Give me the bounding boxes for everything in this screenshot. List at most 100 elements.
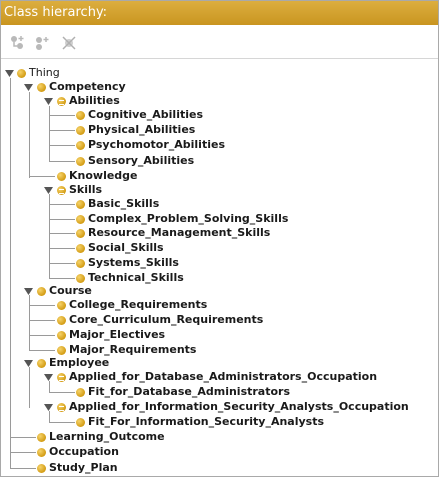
tree-line: [49, 130, 75, 131]
tree-line: [49, 204, 75, 205]
class-tree: Thing Competency Abilities Cognitive_Abi…: [1, 61, 438, 475]
node-label: Major_Electives: [69, 328, 166, 341]
node-label: Fit_for_Database_Administrators: [88, 385, 291, 398]
expand-toggle[interactable]: [44, 403, 53, 412]
tree-line: [29, 350, 55, 351]
tree-node-psychomotor-abilities[interactable]: Psychomotor_Abilities: [76, 138, 225, 152]
class-icon: [37, 286, 46, 296]
add-sibling-icon: [36, 37, 49, 50]
tree-node-thing[interactable]: Thing: [17, 66, 60, 80]
node-label: College_Requirements: [69, 298, 208, 311]
tree-line: [29, 367, 30, 408]
tree-node-occupation[interactable]: Occupation: [37, 445, 119, 459]
class-icon: [76, 110, 85, 120]
class-icon: [76, 199, 85, 209]
tree-node-course[interactable]: Course: [37, 284, 92, 298]
tree-line: [29, 320, 55, 321]
tree-node-applied-isa-occupation[interactable]: Applied_for_Information_Security_Analyst…: [57, 400, 409, 414]
node-label: Fit_For_Information_Security_Analysts: [88, 415, 325, 428]
node-label: Skills: [69, 183, 103, 196]
node-label: Social_Skills: [88, 241, 164, 254]
tree-node-sensory-abilities[interactable]: Sensory_Abilities: [76, 154, 194, 168]
tree-line: [49, 422, 75, 423]
class-icon: [76, 228, 85, 238]
tree-line: [29, 295, 30, 351]
tree-line: [49, 233, 75, 234]
tree-node-major-requirements[interactable]: Major_Requirements: [57, 343, 196, 357]
tree-node-employee[interactable]: Employee: [37, 356, 109, 370]
node-label: Thing: [29, 66, 60, 79]
node-label: Knowledge: [69, 169, 138, 182]
tree-node-complex-problem-solving-skills[interactable]: Complex_Problem_Solving_Skills: [76, 212, 288, 226]
class-icon: [37, 358, 46, 368]
chevron-down-icon: [24, 360, 33, 367]
tree-node-social-skills[interactable]: Social_Skills: [76, 241, 164, 255]
tree-node-knowledge[interactable]: Knowledge: [57, 169, 138, 183]
tree-line: [49, 263, 75, 264]
tree-line: [49, 194, 50, 279]
add-subclass-button[interactable]: [7, 33, 27, 53]
defined-class-icon: [57, 402, 66, 412]
class-icon: [76, 273, 85, 283]
class-icon: [76, 156, 85, 166]
tree-line: [29, 305, 55, 306]
tree-line: [49, 115, 75, 116]
tree-node-competency[interactable]: Competency: [37, 80, 126, 94]
defined-class-icon: [57, 96, 66, 106]
class-icon: [57, 345, 66, 355]
expand-toggle[interactable]: [24, 287, 33, 296]
expand-toggle[interactable]: [44, 373, 53, 382]
tree-node-physical-abilities[interactable]: Physical_Abilities: [76, 123, 195, 137]
tree-node-cognitive-abilities[interactable]: Cognitive_Abilities: [76, 108, 203, 122]
tree-node-resource-management-skills[interactable]: Resource_Management_Skills: [76, 226, 270, 240]
tree-line: [29, 176, 55, 177]
tree-line: [10, 437, 36, 438]
node-label: Resource_Management_Skills: [88, 226, 271, 239]
tree-node-major-electives[interactable]: Major_Electives: [57, 328, 165, 342]
class-icon: [76, 243, 85, 253]
chevron-down-icon: [44, 98, 53, 105]
class-icon: [76, 387, 85, 397]
tree-node-basic-skills[interactable]: Basic_Skills: [76, 197, 159, 211]
node-label: Cognitive_Abilities: [88, 108, 204, 121]
tree-node-technical-skills[interactable]: Technical_Skills: [76, 271, 184, 285]
class-icon: [37, 447, 46, 457]
tree-node-learning-outcome[interactable]: Learning_Outcome: [37, 430, 165, 444]
class-icon: [57, 171, 66, 181]
tree-line: [49, 161, 75, 162]
tree-line: [10, 78, 11, 469]
node-label: Technical_Skills: [88, 271, 184, 284]
delete-class-button[interactable]: [59, 33, 79, 53]
expand-toggle[interactable]: [44, 97, 53, 106]
expand-toggle[interactable]: [24, 359, 33, 368]
tree-node-skills[interactable]: Skills: [57, 183, 102, 197]
expand-toggle[interactable]: [24, 83, 33, 92]
node-label: Employee: [49, 356, 110, 369]
expand-toggle[interactable]: [5, 69, 14, 78]
node-label: Systems_Skills: [88, 256, 179, 269]
tree-node-abilities[interactable]: Abilities: [57, 94, 120, 108]
tree-line: [49, 278, 75, 279]
expand-toggle[interactable]: [44, 186, 53, 195]
tree-node-study-plan[interactable]: Study_Plan: [37, 461, 118, 475]
chevron-down-icon: [44, 187, 53, 194]
toolbar: [1, 29, 438, 59]
defined-class-icon: [57, 185, 66, 195]
tree-node-fit-dba[interactable]: Fit_for_Database_Administrators: [76, 385, 290, 399]
add-sibling-button[interactable]: [31, 33, 51, 53]
tree-node-applied-dba-occupation[interactable]: Applied_for_Database_Administrators_Occu…: [57, 370, 377, 384]
tree-node-systems-skills[interactable]: Systems_Skills: [76, 256, 179, 270]
class-icon: [57, 315, 66, 325]
node-label: Major_Requirements: [69, 343, 197, 356]
class-icon: [76, 214, 85, 224]
class-icon: [17, 68, 26, 78]
tree-node-college-requirements[interactable]: College_Requirements: [57, 298, 207, 312]
node-label: Competency: [49, 80, 126, 93]
class-icon: [76, 140, 85, 150]
tree-node-core-curriculum-requirements[interactable]: Core_Curriculum_Requirements: [57, 313, 263, 327]
chevron-down-icon: [44, 404, 53, 411]
tree-node-fit-isa[interactable]: Fit_For_Information_Security_Analysts: [76, 415, 324, 429]
node-label: Course: [49, 284, 92, 297]
node-label: Occupation: [49, 445, 119, 458]
class-hierarchy-panel: Class hierarchy: Thing Competency Abilit…: [0, 0, 439, 477]
